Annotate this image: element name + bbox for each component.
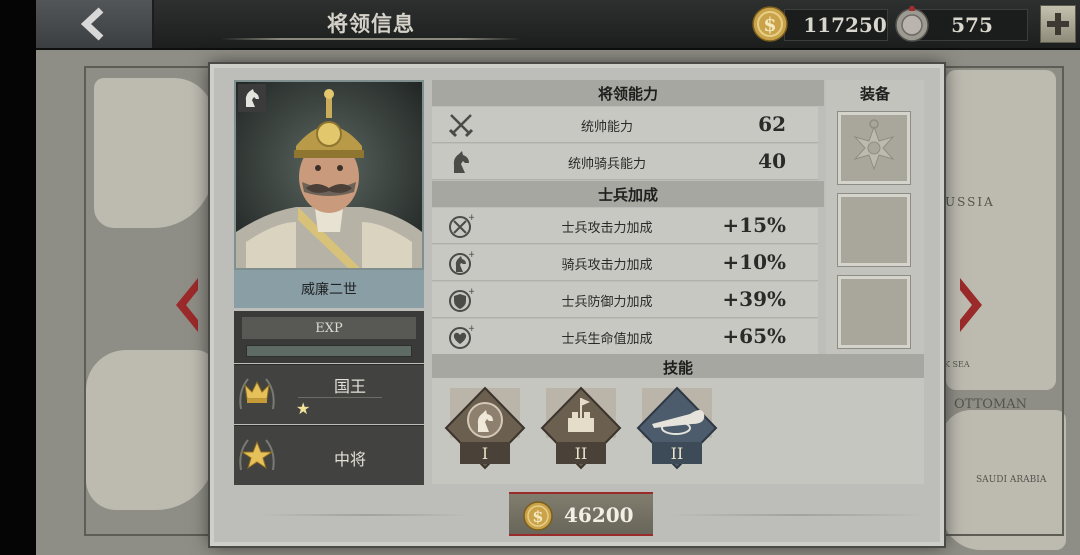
svg-text:$: $ [532,507,543,526]
rank-star-icon [239,439,275,471]
bonus-value: +65% [722,324,786,348]
top-bar: 将领信息 117250 $ 575 [36,0,1080,50]
skill-slot-3[interactable]: II [634,384,724,474]
title-underline [221,38,521,40]
ability-value: 40 [758,149,786,173]
back-button[interactable] [36,0,154,48]
upgrade-cost-button[interactable]: $ 46200 [509,492,653,536]
plus-icon [1047,13,1069,35]
skill-level: II [670,443,684,463]
gold-coin-icon: $ [523,501,553,531]
ability-label: 统帅骑兵能力 [567,157,646,172]
bonus-row: + 士兵防御力加成 +39% [432,282,818,318]
medal-counter: 575 [916,9,1028,41]
abilities-header: 将领能力 [432,80,824,106]
crown-icon [239,378,275,410]
bonus-label: 士兵防御力加成 [561,295,653,310]
next-general-arrow-icon[interactable] [958,276,986,334]
general-portrait [234,80,424,270]
bonus-value: +39% [722,287,786,311]
skill-level: II [574,443,588,463]
bonus-label: 骑兵攻击力加成 [561,258,653,273]
bonuses-header: 士兵加成 [432,181,824,207]
map-label-ottoman: OTTOMAN [954,397,1027,412]
bonus-value: +15% [722,213,786,237]
skill-slot-2[interactable]: II [538,384,628,474]
page-title: 将领信息 [327,11,415,36]
exp-progress-bar [246,345,412,357]
svg-text:+: + [468,287,474,297]
map-label-sea: K SEA [944,360,970,369]
equipment-slot-1[interactable] [838,112,910,184]
footer-divider-left [260,514,470,516]
footer-divider-right [668,514,928,516]
svg-text:$: $ [763,14,776,36]
map-label-saudi: SAUDI ARABIA [976,475,1047,485]
previous-general-arrow-icon[interactable] [172,276,200,334]
svg-text:+: + [468,250,474,260]
bonus-row: + 士兵攻击力加成 +15% [432,208,818,244]
title-rank-section: 国王 ★ [234,364,424,424]
knight-horse-icon [453,151,469,173]
skills-section: I II II [432,378,924,484]
iron-cross-medal-icon [853,119,895,171]
silver-medal-icon [895,6,929,42]
attack-bonus-icon: + [449,213,474,238]
bonus-value: +10% [722,250,786,274]
military-rank-name: 中将 [333,450,366,469]
crossed-swords-icon [448,114,474,138]
equipment-slot-3[interactable] [838,276,910,348]
svg-text:+: + [468,213,474,223]
exp-label: EXP [242,317,416,339]
cavalry-bonus-icon: + [449,250,474,275]
general-info-panel: 威廉二世 EXP 国王 ★ 中将 将领能力 统帅能力 62 统帅骑兵能力 40 … [210,64,944,546]
defense-bonus-icon: + [449,287,474,312]
bonus-row: + 骑兵攻击力加成 +10% [432,245,818,281]
skills-header: 技能 [432,354,924,380]
exp-section: EXP [234,311,424,363]
rank-divider [298,397,382,398]
general-name: 威廉二世 [234,270,424,308]
add-currency-button[interactable] [1040,5,1076,43]
gold-counter: 117250 [784,9,888,41]
title-star-icon: ★ [296,399,311,418]
ability-label: 统帅能力 [580,120,633,135]
bonus-row: + 士兵生命值加成 +65% [432,319,818,355]
chevron-left-icon [80,7,104,41]
medal-amount: 575 [951,13,993,37]
gold-amount: 117250 [803,13,887,37]
equipment-column: 装备 [826,80,924,354]
skill-slot-1[interactable]: I [442,384,532,474]
knight-horse-icon [245,89,259,107]
ability-row: 统帅能力 62 [432,107,818,143]
svg-text:+: + [468,324,474,334]
ability-value: 62 [758,112,786,136]
bonus-label: 士兵攻击力加成 [561,221,653,236]
cavalry-class-badge [238,84,266,112]
equipment-slot-2[interactable] [838,194,910,266]
title-rank-name: 国王 [333,377,366,396]
left-screen-edge [0,0,36,555]
ability-row: 统帅骑兵能力 40 [432,144,818,180]
equipment-header: 装备 [859,84,890,103]
military-rank-section: 中将 [234,425,424,485]
bonus-label: 士兵生命值加成 [561,332,653,347]
skill-level: I [481,443,489,463]
gold-coin-icon: $ [752,6,788,42]
upgrade-cost-value: 46200 [564,503,634,527]
health-bonus-icon: + [449,324,474,349]
